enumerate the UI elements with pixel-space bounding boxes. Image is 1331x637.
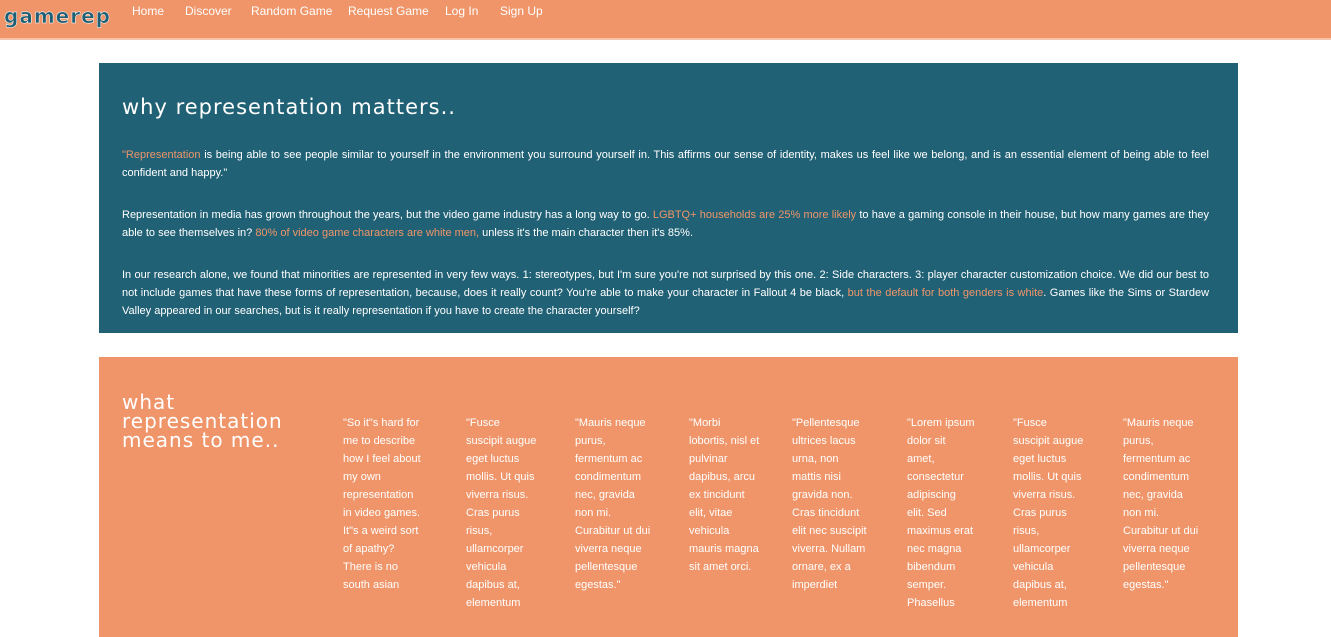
quote-8: "Mauris neque purus, fermentum ac condim… [1123, 417, 1199, 591]
means-section-title: What Representation Means To Me.. [122, 390, 283, 452]
site-logo[interactable]: GameRep [4, 4, 111, 29]
why-paragraph-1: "Representation is being able to see peo… [122, 146, 1209, 182]
nav-random-game[interactable]: Random Game [251, 4, 332, 18]
quote-2: "Fusce suscipit augue eget luctus mollis… [466, 417, 537, 609]
top-navbar: GameRep Home Discover Random Game Reques… [0, 0, 1331, 40]
quote-7: "Fusce suscipit augue eget luctus mollis… [1013, 417, 1084, 609]
why-paragraph-2-text-3: unless it's the main character then it's… [479, 227, 694, 239]
quote-1: "So it"s hard for me to describe how I f… [343, 417, 421, 591]
why-representation-section: Why Representation Matters.. "Representa… [99, 63, 1238, 333]
nav-request-game[interactable]: Request Game [348, 4, 429, 18]
quote-5: "Pellentesque ultrices lacus urna, non m… [792, 417, 867, 591]
representation-link[interactable]: "Representation [122, 149, 201, 161]
nav-sign-up[interactable]: Sign Up [500, 4, 543, 18]
default-gender-link[interactable]: but the default for both genders is whit… [848, 287, 1044, 299]
quote-6: "Lorem ipsum dolor sit amet, consectetur… [907, 417, 975, 609]
nav-home[interactable]: Home [132, 4, 164, 18]
lgbtq-households-link[interactable]: LGBTQ+ households are 25% more likely [653, 209, 856, 221]
nav-log-in[interactable]: Log In [445, 4, 478, 18]
why-paragraph-1-text: is being able to see people similar to y… [122, 149, 1209, 179]
why-paragraph-2: Representation in media has grown throug… [122, 206, 1209, 242]
why-paragraph-2-text-1: Representation in media has grown throug… [122, 209, 653, 221]
nav-discover[interactable]: Discover [185, 4, 232, 18]
quote-4: "Morbi lobortis, nisl et pulvinar dapibu… [689, 417, 760, 573]
white-men-characters-link[interactable]: 80% of video game characters are white m… [255, 227, 479, 239]
why-paragraph-3: In our research alone, we found that min… [122, 266, 1209, 320]
what-representation-means-section: What Representation Means To Me.. "So it… [99, 357, 1238, 637]
quote-3: "Mauris neque purus, fermentum ac condim… [575, 417, 651, 591]
why-section-title: Why Representation Matters.. [122, 95, 456, 119]
